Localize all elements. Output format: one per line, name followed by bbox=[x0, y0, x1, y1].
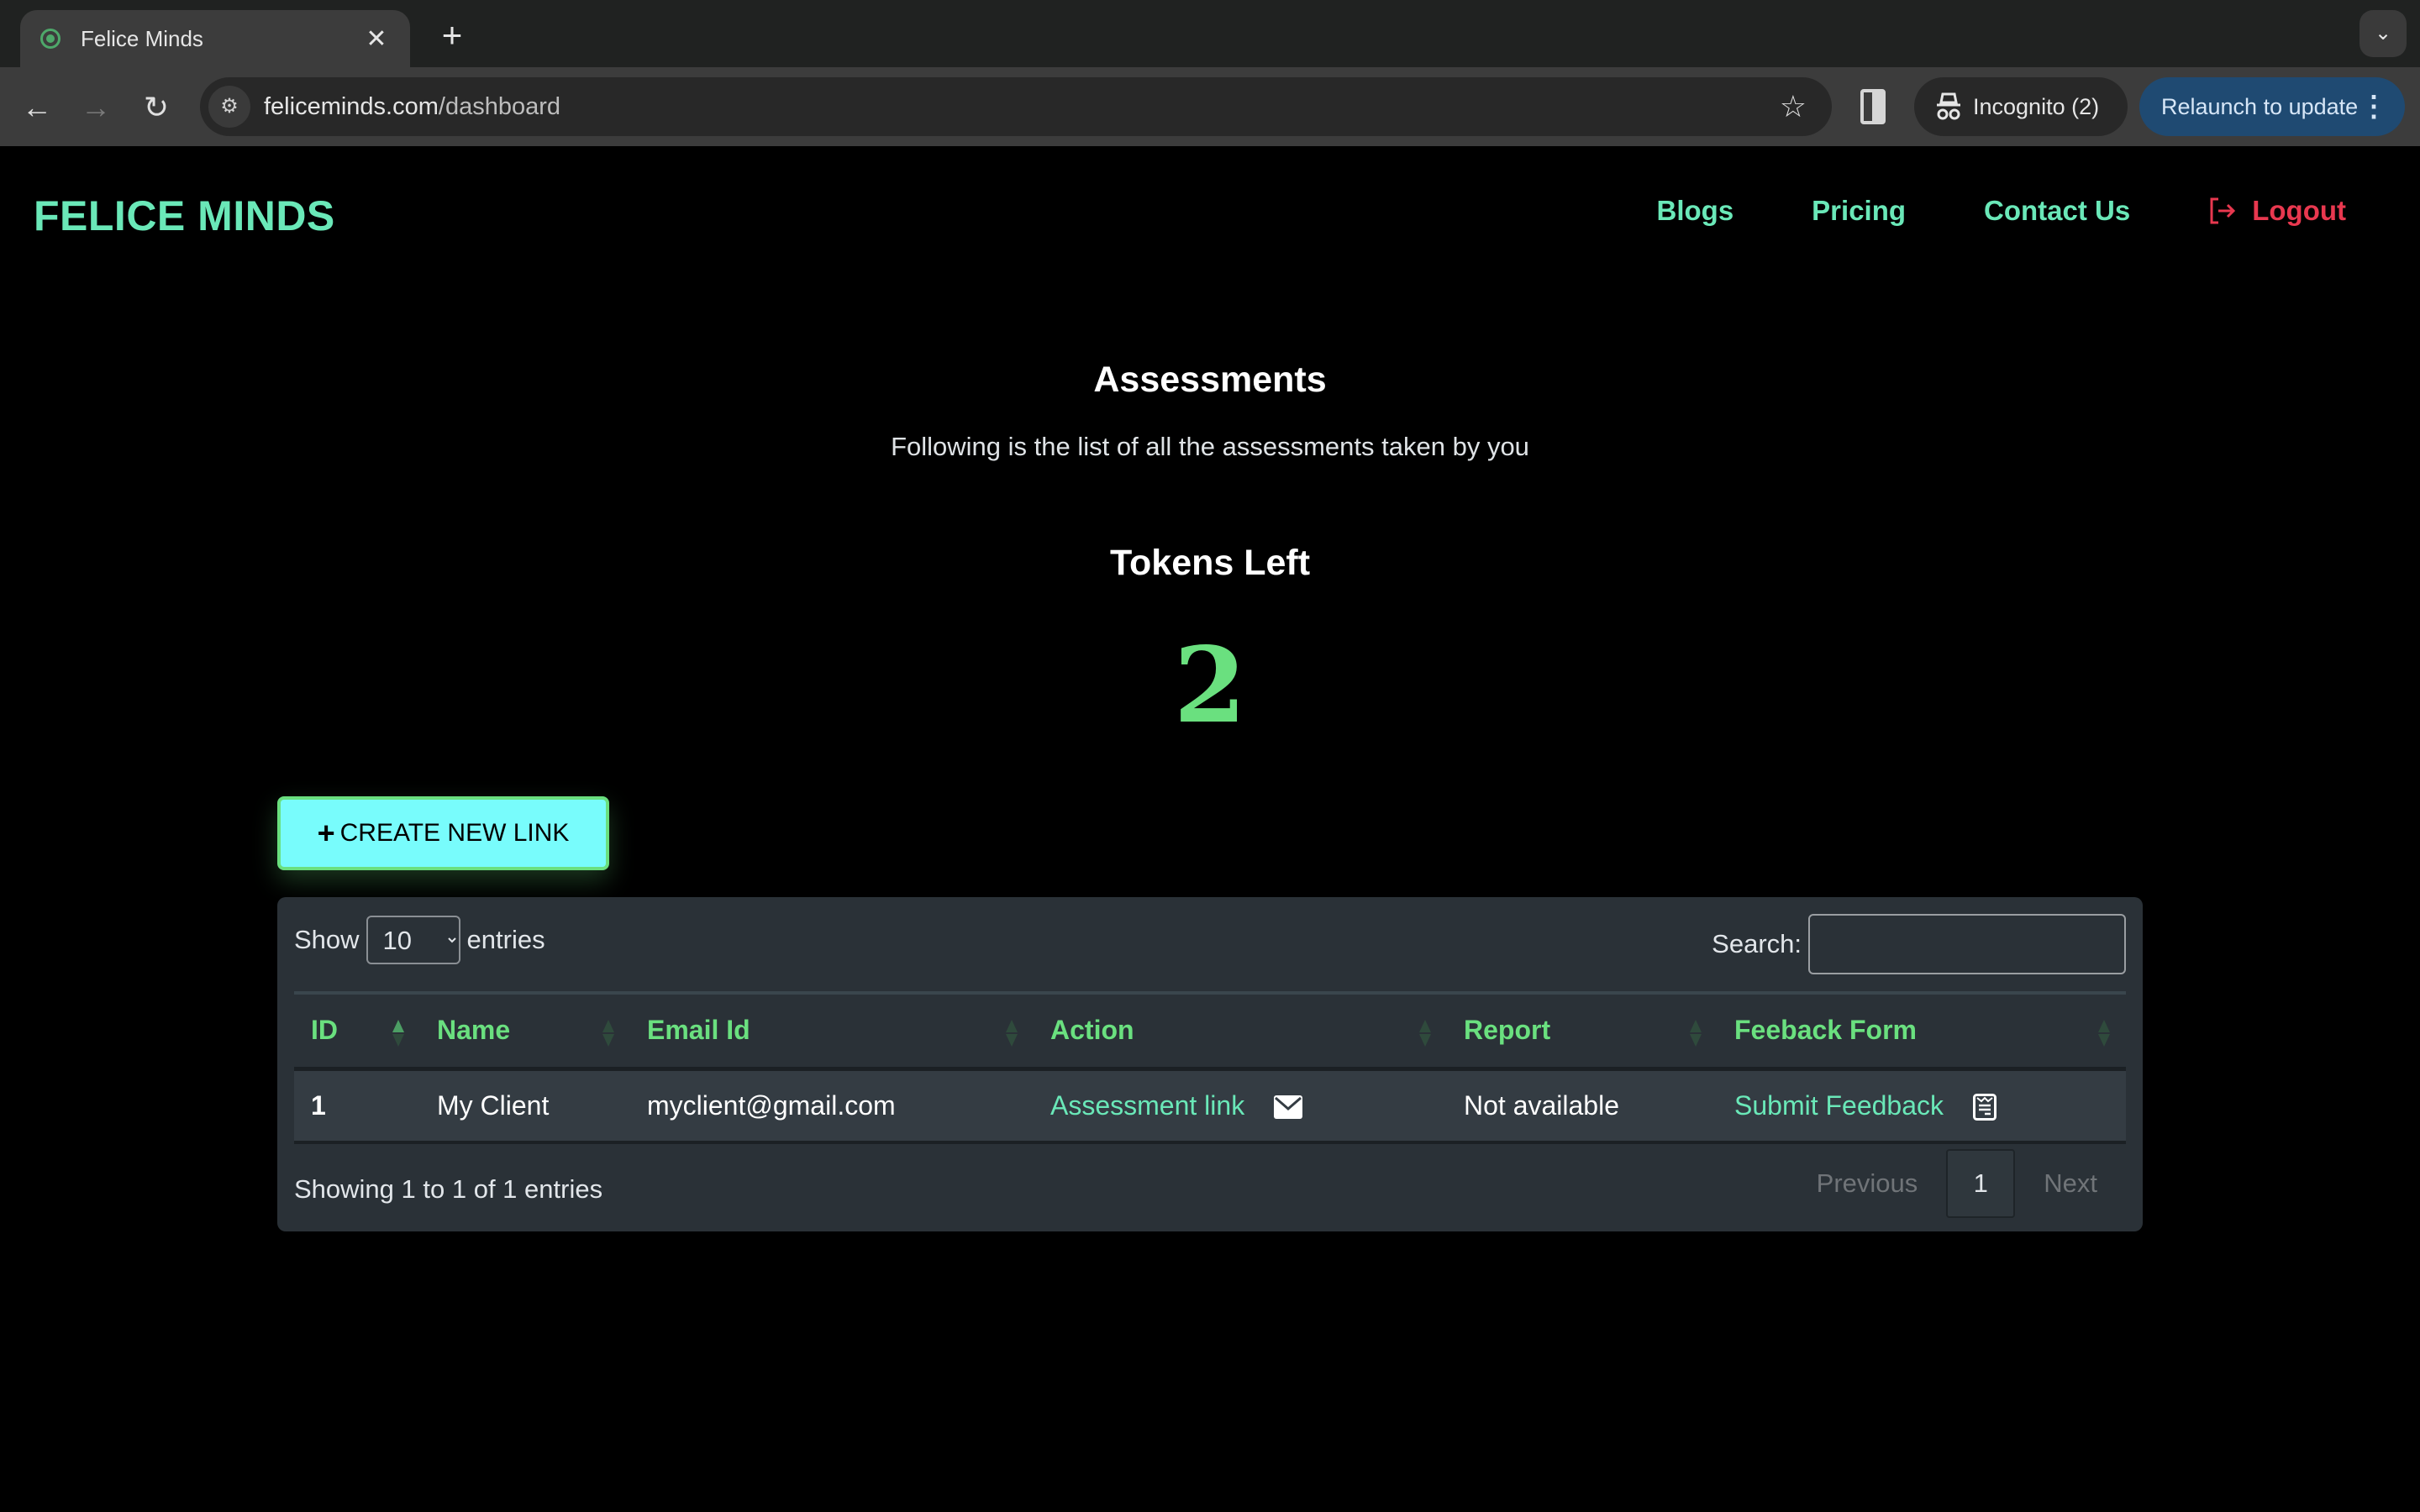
column-label: Email Id bbox=[647, 1015, 750, 1046]
column-label: Report bbox=[1464, 1015, 1551, 1046]
nav-pricing[interactable]: Pricing bbox=[1812, 195, 1906, 227]
cell-email: myclient@gmail.com bbox=[647, 1089, 896, 1121]
close-tab-icon[interactable]: ✕ bbox=[360, 24, 393, 54]
browser-tab[interactable]: Felice Minds ✕ bbox=[20, 10, 410, 67]
cell-name: My Client bbox=[437, 1089, 550, 1121]
page: FELICE MINDS Blogs Pricing Contact Us Lo… bbox=[0, 146, 2420, 1512]
side-panel-icon[interactable] bbox=[1860, 89, 1886, 124]
column-header-feedback-form[interactable]: Feeback Form bbox=[1718, 993, 2126, 1068]
previous-page-button[interactable]: Previous bbox=[1788, 1168, 1947, 1199]
address-bar[interactable]: ⚙ feliceminds.com/dashboard ☆ bbox=[200, 77, 1832, 136]
column-header-action[interactable]: Action bbox=[1034, 993, 1447, 1068]
site-favicon-icon bbox=[40, 29, 60, 49]
sort-icon bbox=[1006, 1020, 1018, 1047]
page-title: Assessments bbox=[1093, 360, 1327, 400]
create-new-link-button[interactable]: + CREATE NEW LINK bbox=[277, 796, 609, 870]
column-header-id[interactable]: ID bbox=[294, 993, 420, 1068]
table-info: Showing 1 to 1 of 1 entries bbox=[294, 1174, 603, 1204]
assessments-table-card: Show 10 entries Search: ID Name Email Id… bbox=[277, 897, 2143, 1231]
incognito-label: Incognito (2) bbox=[1973, 94, 2100, 119]
logout-link[interactable]: Logout bbox=[2208, 195, 2346, 227]
browser-tabstrip: Felice Minds ✕ + ⌄ bbox=[0, 0, 2420, 67]
plus-icon: + bbox=[317, 816, 335, 850]
next-page-button[interactable]: Next bbox=[2015, 1168, 2126, 1199]
column-label: Action bbox=[1050, 1015, 1134, 1046]
sort-icon bbox=[602, 1020, 614, 1047]
back-icon[interactable]: ← bbox=[13, 84, 60, 131]
column-header-name[interactable]: Name bbox=[420, 993, 630, 1068]
top-nav: Blogs Pricing Contact Us Logout bbox=[1657, 195, 2420, 227]
entries-label: entries bbox=[466, 925, 545, 954]
submit-feedback-link[interactable]: Submit Feedback bbox=[1734, 1090, 1944, 1121]
search-input[interactable] bbox=[1808, 914, 2126, 974]
browser-toolbar: ← → ↻ ⚙ feliceminds.com/dashboard ☆ Inco… bbox=[0, 67, 2420, 146]
pagination: Previous 1 Next bbox=[1788, 1149, 2126, 1218]
site-settings-icon[interactable]: ⚙ bbox=[208, 86, 250, 128]
search-control: Search: bbox=[1712, 914, 2126, 974]
entries-select[interactable]: 10 bbox=[366, 916, 460, 964]
url-text[interactable]: feliceminds.com/dashboard bbox=[264, 77, 560, 136]
tokens-title: Tokens Left bbox=[1109, 543, 1311, 583]
entries-length-control: Show 10 entries bbox=[294, 916, 545, 964]
incognito-button[interactable]: Incognito (2) bbox=[1914, 77, 2128, 136]
tab-search-button[interactable]: ⌄ bbox=[2360, 10, 2407, 57]
logout-label: Logout bbox=[2252, 195, 2346, 226]
forward-icon[interactable]: → bbox=[72, 84, 119, 131]
relaunch-button[interactable]: Relaunch to update ⋮ bbox=[2139, 77, 2405, 136]
sort-asc-icon bbox=[392, 1020, 404, 1047]
incognito-icon bbox=[1937, 92, 1960, 120]
bookmark-star-icon[interactable]: ☆ bbox=[1780, 77, 1807, 136]
page-1-button[interactable]: 1 bbox=[1946, 1149, 2016, 1218]
assessment-link[interactable]: Assessment link bbox=[1050, 1090, 1244, 1121]
cell-report: Not available bbox=[1464, 1089, 1619, 1121]
tab-title: Felice Minds bbox=[81, 25, 203, 51]
url-path: /dashboard bbox=[438, 93, 561, 120]
column-label: ID bbox=[311, 1015, 338, 1046]
column-label: Name bbox=[437, 1015, 511, 1046]
column-header-email[interactable]: Email Id bbox=[630, 993, 1034, 1068]
column-label: Feeback Form bbox=[1734, 1015, 1917, 1046]
nav-blogs[interactable]: Blogs bbox=[1657, 195, 1734, 227]
table-row: 1 My Client myclient@gmail.com Assessmen… bbox=[294, 1068, 2126, 1142]
search-label: Search: bbox=[1712, 929, 1802, 958]
new-tab-button[interactable]: + bbox=[429, 13, 476, 60]
nav-contact-us[interactable]: Contact Us bbox=[1984, 195, 2130, 227]
brand-logo[interactable]: FELICE MINDS bbox=[34, 192, 335, 240]
sort-icon bbox=[1690, 1020, 1702, 1047]
page-subtitle: Following is the list of all the assessm… bbox=[891, 432, 1529, 461]
assessments-table: ID Name Email Id Action Report Feeback F… bbox=[294, 991, 2126, 1144]
create-button-label: CREATE NEW LINK bbox=[339, 819, 570, 847]
cell-action: Assessment link bbox=[1034, 1068, 1447, 1142]
tokens-count: 2 bbox=[1173, 625, 1247, 747]
menu-dots-icon[interactable]: ⋮ bbox=[2360, 77, 2388, 136]
cell-feedback: Submit Feedback bbox=[1718, 1068, 2126, 1142]
table-header-row: ID Name Email Id Action Report Feeback F… bbox=[294, 993, 2126, 1068]
reload-icon[interactable]: ↻ bbox=[133, 84, 180, 131]
logout-icon bbox=[2210, 197, 2236, 224]
sort-icon bbox=[2098, 1020, 2110, 1047]
column-header-report[interactable]: Report bbox=[1447, 993, 1718, 1068]
sort-icon bbox=[1419, 1020, 1431, 1047]
url-host: feliceminds.com bbox=[264, 93, 439, 120]
cell-id: 1 bbox=[311, 1089, 326, 1121]
form-icon[interactable] bbox=[1972, 1094, 1996, 1121]
envelope-icon[interactable] bbox=[1274, 1095, 1303, 1120]
show-label: Show bbox=[294, 925, 360, 954]
relaunch-label: Relaunch to update bbox=[2161, 94, 2359, 119]
